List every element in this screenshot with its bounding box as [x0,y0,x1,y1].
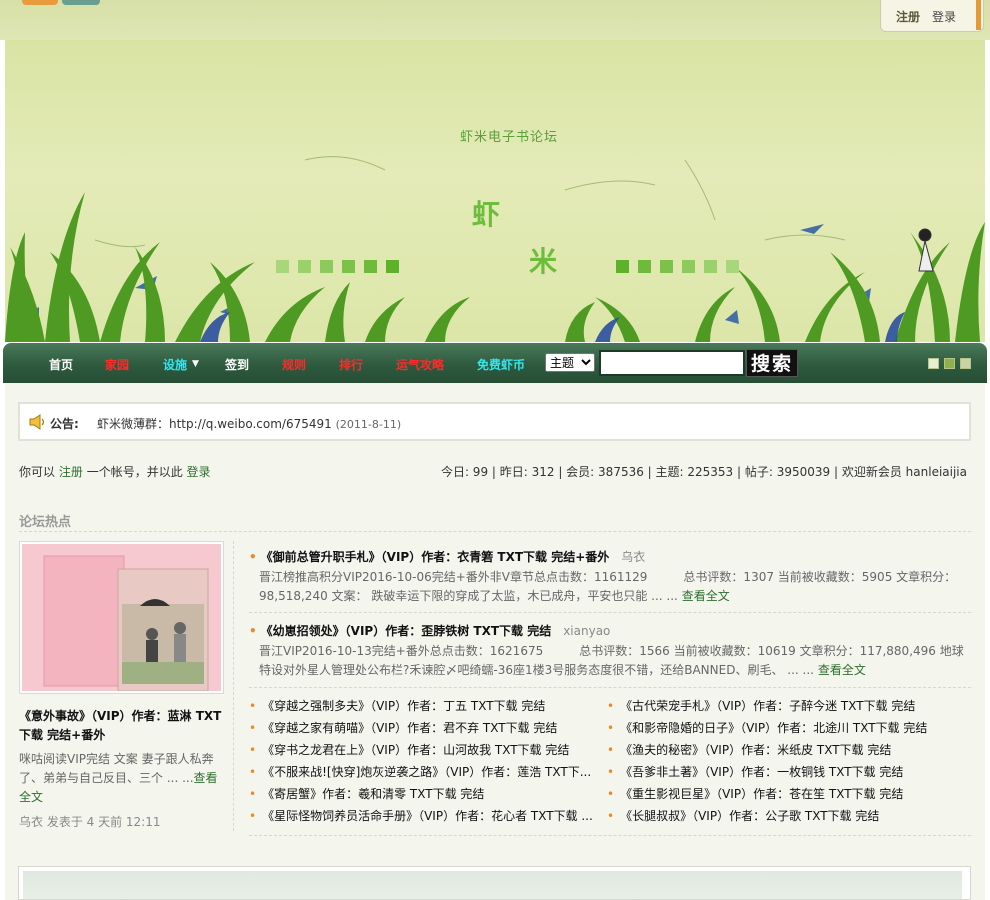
search-button[interactable]: 搜索 [746,349,798,377]
hot-post-author[interactable]: 乌衣 [621,550,645,564]
welcome-register-link[interactable]: 注册 [59,465,83,479]
speaker-icon [29,414,45,430]
chevron-down-icon[interactable]: ▼ [192,359,199,369]
announcement-bar: 公告: 虾米微薄群：http://q.weibo.com/675491 (201… [18,402,971,441]
list-item[interactable]: 《和影帝隐婚的日子》（VIP）作者：北途川 TXT下载 完结 [607,717,971,739]
style-dot-pale[interactable] [960,358,971,369]
nav-item-checkin[interactable]: 签到 [225,356,249,373]
list-item[interactable]: 《重生影视巨星》（VIP）作者：苍在笙 TXT下载 完结 [607,783,971,805]
list-item[interactable]: 《穿越之家有萌喵》（VIP）作者：君不弃 TXT下载 完结 [249,717,604,739]
hot-post-author[interactable]: xianyao [563,624,610,638]
decor-square [638,260,651,273]
forum-section-box [18,866,971,900]
list-item[interactable]: 《渔夫的秘密》（VIP）作者：米纸皮 TXT下载 完结 [607,739,971,761]
nav-item-luck-guide[interactable]: 运气攻略 [396,356,444,373]
hot-post-body: 晋江VIP2016-10-13完结+番外总点击数：1621675 总书评数：15… [249,642,971,680]
site-name: 虾米电子书论坛 [460,130,559,145]
divider [19,531,971,532]
featured-desc-text: 咪咕阅读VIP完结 文案 妻子跟人私奔了、弟弟与自己反目、三个 ... ... [19,752,214,785]
divider [233,541,234,831]
banner-char-1: 虾 [472,198,501,231]
hot-post: 《幼崽招领处》（VIP）作者：歪脖铁树 TXT下载 完结 xianyao 晋江VI… [249,622,971,680]
forum-stats: 今日: 99 | 昨日: 312 | 会员: 387536 | 主题: 2253… [441,463,967,480]
skin-tab-orange[interactable] [22,0,58,5]
header-banner: 虾米电子书论坛 虾 米 [5,40,985,342]
top-strip: 注册 登录 [0,0,990,40]
hot-post-body-text: 晋江榜推高积分VIP2016-10-06完结+番外非V章节总点击数：116112… [259,570,957,603]
decor-square [682,260,695,273]
decor-square [704,260,717,273]
featured-title[interactable]: 《意外事故》（VIP）作者：蓝淋 TXT下载 完结+番外 [19,707,224,745]
welcome-login-link[interactable]: 登录 [187,465,211,479]
announcement-link[interactable]: 虾米微薄群：http://q.weibo.com/675491 [97,417,332,431]
main-nav: 首页 家园 设施 ▼ 签到 规则 排行 运气攻略 免费虾币 主题 搜索 [3,343,987,383]
decor-square [726,260,739,273]
hot-post-title-text[interactable]: 《御前总管升职手札》（VIP）作者：衣青箬 TXT下载 完结+番外 [261,550,610,564]
announcement-text[interactable]: 虾米微薄群：http://q.weibo.com/675491 (2011-8-… [97,415,401,432]
decor-square [298,260,311,273]
hot-post-title[interactable]: 《幼崽招领处》（VIP）作者：歪脖铁树 TXT下载 完结 xianyao [249,622,971,639]
hot-post-body: 晋江榜推高积分VIP2016-10-06完结+番外非V章节总点击数：116112… [249,568,971,606]
forum-section-header [23,871,962,899]
skin-tab-teal[interactable] [62,0,100,5]
hot-list-right: 《古代荣宠手札》（VIP）作者：子醉今迷 TXT下载 完结 《和影帝隐婚的日子》… [607,695,971,827]
list-item[interactable]: 《古代荣宠手札》（VIP）作者：子醉今迷 TXT下载 完结 [607,695,971,717]
featured-meta: 乌衣 发表于 4 天前 12:11 [19,815,161,829]
banner-char-2: 米 [529,245,558,278]
search-input[interactable] [599,350,745,376]
announcement-label: 公告: [50,417,79,431]
list-item[interactable]: 《寄居蟹》作者：羲和清零 TXT下载 完结 [249,783,604,805]
welcome-prefix: 你可以 [19,465,56,479]
decor-square [276,260,289,273]
list-item[interactable]: 《不服来战![快穿]炮灰逆袭之路》（VIP）作者：莲浩 TXT下... [249,761,604,783]
featured-desc: 咪咕阅读VIP完结 文案 妻子跟人私奔了、弟弟与自己反目、三个 ... ...查… [19,750,224,807]
login-box-edge [976,0,981,30]
stats-text: 今日: 99 | 昨日: 312 | 会员: 387536 | 主题: 2253… [440,465,902,479]
welcome-middle: 一个帐号，并以此 [86,465,183,479]
hot-post-title[interactable]: 《御前总管升职手札》（VIP）作者：衣青箬 TXT下载 完结+番外乌衣 [249,548,971,565]
style-dot-green[interactable] [944,358,955,369]
hot-list-left: 《穿越之强制多夫》（VIP）作者：丁五 TXT下载 完结 《穿越之家有萌喵》（V… [249,695,604,827]
decor-square [342,260,355,273]
nav-item-home[interactable]: 首页 [49,356,73,373]
list-item[interactable]: 《吾爹非土著》（VIP）作者：一枚铜钱 TXT下载 完结 [607,761,971,783]
new-member-link[interactable]: hanleiaijia [906,465,967,479]
list-item[interactable]: 《长腿叔叔》（VIP）作者：公子歌 TXT下载 完结 [607,805,971,827]
decor-square [660,260,673,273]
nav-item-free-coins[interactable]: 免费虾币 [477,356,525,373]
list-item[interactable]: 《穿书之龙君在上》（VIP）作者：山河故我 TXT下载 完结 [249,739,604,761]
divider [249,612,971,613]
hot-topics-title: 论坛热点 [19,515,72,530]
divider [249,687,971,688]
style-dot-light[interactable] [928,358,939,369]
list-item[interactable]: 《星际怪物饲养员活命手册》（VIP）作者：花心者 TXT下载 ... [249,805,604,827]
login-box: 注册 登录 [880,0,984,32]
featured-cover-image[interactable] [19,541,224,694]
hot-post-title-text[interactable]: 《幼崽招领处》（VIP）作者：歪脖铁树 TXT下载 完结 [261,624,552,638]
welcome-text: 你可以 注册 一个帐号，并以此 登录 [19,463,211,480]
decor-square [364,260,377,273]
hot-post-read-more[interactable]: 查看全文 [682,589,730,603]
list-item[interactable]: 《穿越之强制多夫》（VIP）作者：丁五 TXT下载 完结 [249,695,604,717]
hot-post: 《御前总管升职手札》（VIP）作者：衣青箬 TXT下载 完结+番外乌衣 晋江榜推… [249,548,971,606]
decor-square [320,260,333,273]
divider [249,835,971,836]
search-type-select[interactable]: 主题 [545,353,595,372]
nav-item-ranking[interactable]: 排行 [339,356,363,373]
login-link[interactable]: 登录 [932,8,956,25]
nav-item-rules[interactable]: 规则 [282,356,306,373]
nav-item-facilities[interactable]: 设施 [163,356,187,373]
grass-illustration [5,156,985,342]
book-cover-illustration [22,544,221,691]
decor-square [386,260,399,273]
decor-square [616,260,629,273]
announcement-date: (2011-8-11) [335,418,402,431]
register-link[interactable]: 注册 [896,8,920,25]
hot-post-read-more[interactable]: 查看全文 [818,663,866,677]
nav-item-home-space[interactable]: 家园 [105,356,129,373]
